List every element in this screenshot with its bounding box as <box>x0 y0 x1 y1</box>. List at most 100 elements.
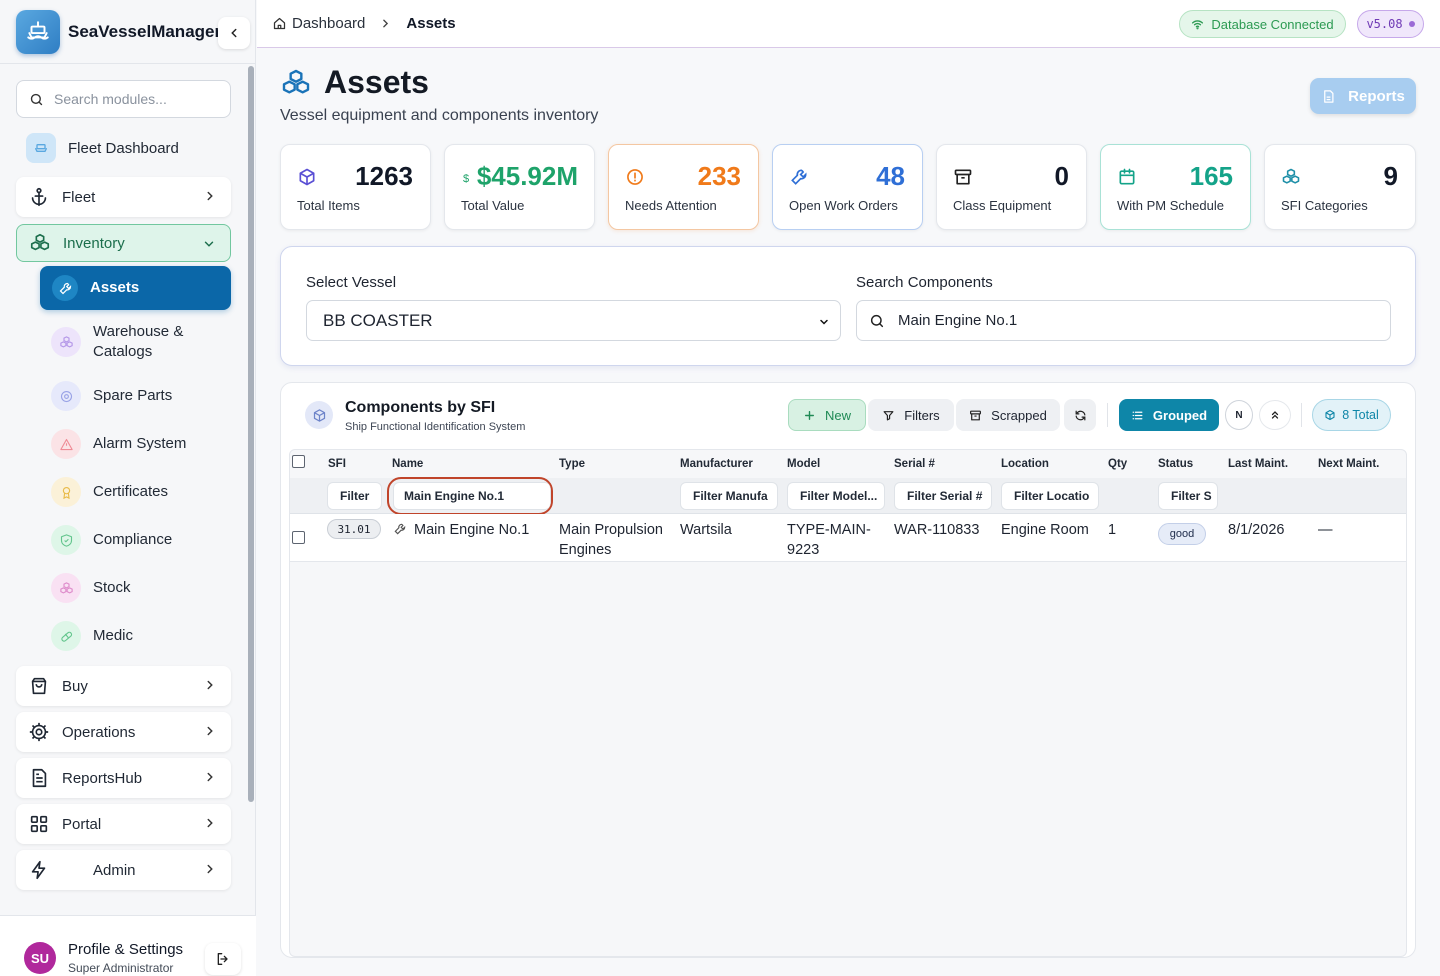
select-all-checkbox[interactable] <box>292 455 305 468</box>
table-row[interactable]: 31.01 Main Engine No.1 Main Propulsion E… <box>290 514 1406 562</box>
stat-card-class-equipment[interactable]: 0 Class Equipment <box>936 144 1087 230</box>
cell-manufacturer: Wartsila <box>680 522 732 538</box>
manufacturer-filter-input[interactable]: Filter Manufa <box>680 482 778 510</box>
location-filter-input[interactable]: Filter Locatio <box>1001 482 1099 510</box>
vessel-select[interactable]: BB COASTER <box>306 300 841 341</box>
top-bar: Dashboard Assets Database Connected v5.0… <box>257 0 1440 48</box>
sidebar-subitem-assets[interactable]: Assets <box>40 266 231 310</box>
calendar-icon <box>1119 168 1135 185</box>
stat-card-pm-schedule[interactable]: 165 With PM Schedule <box>1100 144 1251 230</box>
sidebar-item-operations[interactable]: Operations <box>16 712 231 752</box>
table-header: SFI Name Type Manufacturer Model Serial … <box>290 450 1406 478</box>
sidebar-scrollbar[interactable] <box>247 64 255 976</box>
column-header-qty[interactable]: Qty <box>1108 458 1127 470</box>
sfi-filter-input[interactable]: Filter <box>327 482 382 510</box>
refresh-button[interactable] <box>1064 399 1096 431</box>
list-icon <box>1132 411 1143 419</box>
database-status-text: Database Connected <box>1211 16 1334 32</box>
column-header-serial[interactable]: Serial # <box>894 458 935 470</box>
sidebar-subitem-spare-parts[interactable]: Spare Parts <box>40 380 231 412</box>
stat-card-needs-attention[interactable]: 233 Needs Attention <box>608 144 759 230</box>
sidebar-item-inventory[interactable]: Inventory <box>16 224 231 262</box>
sidebar-subitem-compliance[interactable]: Compliance <box>40 524 231 556</box>
life-ring-icon <box>51 381 81 411</box>
sidebar-subitem-stock[interactable]: Stock <box>40 572 231 604</box>
stat-card-total-value[interactable]: $ $45.92M Total Value <box>444 144 595 230</box>
sort-n-label: N <box>1235 409 1243 421</box>
chevron-right-icon <box>207 818 213 828</box>
components-card: Components by SFI Ship Functional Identi… <box>280 382 1416 958</box>
column-header-name[interactable]: Name <box>392 458 423 470</box>
grouped-toggle[interactable]: Grouped <box>1119 399 1219 431</box>
column-header-manufacturer[interactable]: Manufacturer <box>680 458 753 470</box>
stat-value: 233 <box>697 161 741 191</box>
model-filter-input[interactable]: Filter Model... <box>787 482 885 510</box>
scrapped-button-label: Scrapped <box>991 407 1047 423</box>
sort-n-button[interactable]: N <box>1225 400 1253 430</box>
filters-button[interactable]: Filters <box>868 399 954 431</box>
file-text-icon <box>32 768 47 788</box>
shopping-bag-icon <box>31 677 47 695</box>
cell-model: TYPE-MAIN-9223 <box>787 522 871 558</box>
shield-check-icon <box>51 525 81 555</box>
sidebar-item-buy[interactable]: Buy <box>16 666 231 706</box>
status-filter-input[interactable]: Filter S <box>1158 482 1218 510</box>
column-header-next-maint[interactable]: Next Maint. <box>1318 458 1379 470</box>
sidebar-item-portal[interactable]: Portal <box>16 804 231 844</box>
row-checkbox[interactable] <box>292 531 305 544</box>
sidebar-subitem-certificates[interactable]: Certificates <box>40 476 231 508</box>
collapse-all-button[interactable] <box>1259 400 1291 430</box>
new-button[interactable]: New <box>788 399 866 431</box>
stat-card-total-items[interactable]: 1263 Total Items <box>280 144 431 230</box>
sidebar-item-label: Fleet Dashboard <box>68 139 179 157</box>
serial-filter-input[interactable]: Filter Serial # <box>894 482 992 510</box>
sidebar-item-fleet-dashboard[interactable]: Fleet Dashboard <box>16 128 231 168</box>
components-subtitle: Ship Functional Identification System <box>345 421 526 433</box>
sidebar-item-reportshub[interactable]: ReportsHub <box>16 758 231 798</box>
version-badge: v5.08 <box>1357 10 1424 38</box>
component-search-input[interactable]: Main Engine No.1 <box>856 300 1391 341</box>
wrench-icon <box>791 169 807 185</box>
page-title-text: Assets <box>324 64 429 100</box>
stat-label: Total Value <box>461 198 525 213</box>
sidebar: SeaVesselManager Search modules... Fleet… <box>0 0 256 976</box>
home-icon <box>273 17 286 30</box>
cell-name[interactable]: Main Engine No.1 <box>414 520 529 540</box>
column-header-model[interactable]: Model <box>787 458 820 470</box>
profile-name: Profile & Settings <box>68 941 184 958</box>
chevron-right-icon <box>207 772 213 782</box>
sidebar-subitem-warehouse[interactable]: Warehouse & Catalogs <box>40 318 231 366</box>
name-filter-input[interactable]: Main Engine No.1 <box>393 482 551 510</box>
cell-next-maint: — <box>1318 522 1333 538</box>
column-header-sfi[interactable]: SFI <box>328 458 346 470</box>
chevron-right-icon <box>207 191 213 201</box>
pill-icon <box>51 621 81 651</box>
profile-footer[interactable]: SU Profile & Settings Super Administrato… <box>0 915 256 976</box>
total-count-badge: 8 Total <box>1312 399 1391 431</box>
components-title: Components by SFI <box>345 399 496 416</box>
filter-icon <box>883 410 894 420</box>
collapse-sidebar-button[interactable] <box>218 17 250 49</box>
column-header-type[interactable]: Type <box>559 458 585 470</box>
sidebar-item-label: Inventory <box>63 234 125 252</box>
breadcrumb-home-link[interactable]: Dashboard <box>292 15 365 32</box>
column-header-location[interactable]: Location <box>1001 458 1049 470</box>
database-status-badge: Database Connected <box>1179 10 1346 38</box>
app-name: SeaVesselManager <box>68 21 222 41</box>
column-header-last-maint[interactable]: Last Maint. <box>1228 458 1288 470</box>
module-search-input[interactable]: Search modules... <box>16 80 231 118</box>
scrapped-button[interactable]: Scrapped <box>956 399 1060 431</box>
sidebar-subitem-label: Stock <box>93 579 131 596</box>
sidebar-item-label: Admin <box>93 861 136 879</box>
sidebar-subitem-alarm-system[interactable]: Alarm System <box>40 428 231 460</box>
sidebar-subitem-medic[interactable]: Medic <box>40 620 231 652</box>
sidebar-item-admin[interactable]: Admin <box>16 850 231 890</box>
sidebar-item-fleet[interactable]: Fleet <box>16 177 231 217</box>
module-search-placeholder: Search modules... <box>54 91 167 107</box>
stat-card-sfi-categories[interactable]: 9 SFI Categories <box>1264 144 1416 230</box>
column-header-status[interactable]: Status <box>1158 458 1193 470</box>
stat-card-open-work-orders[interactable]: 48 Open Work Orders <box>772 144 923 230</box>
logout-button[interactable] <box>205 943 241 975</box>
chevrons-up-icon <box>1271 411 1279 419</box>
reports-button[interactable]: Reports <box>1310 78 1416 114</box>
